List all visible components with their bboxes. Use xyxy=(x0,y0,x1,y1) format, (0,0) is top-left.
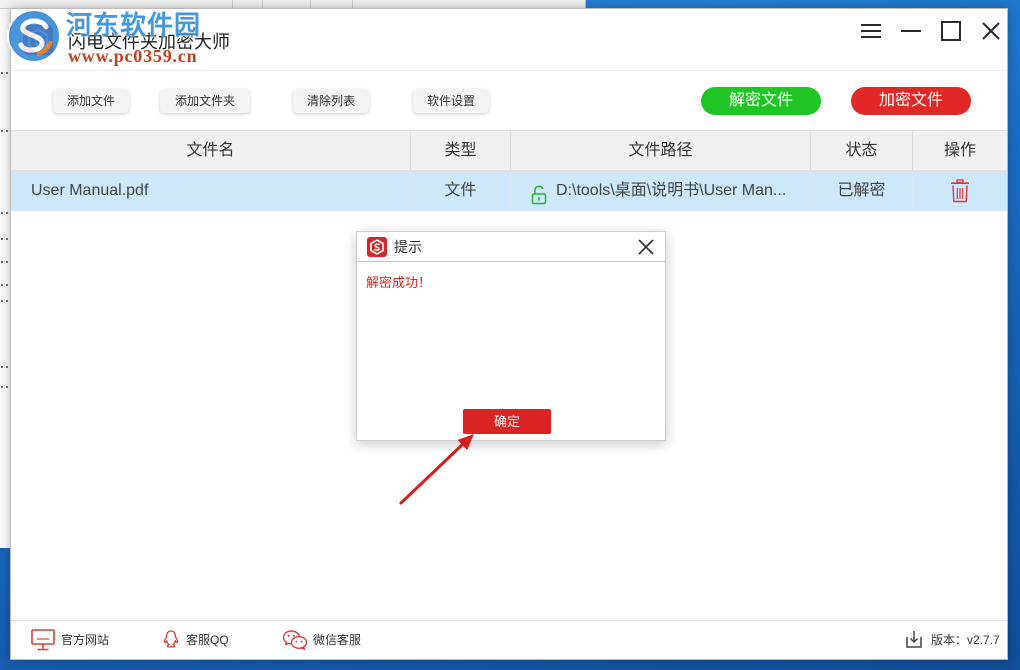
maximize-icon xyxy=(941,21,961,41)
background-text-fragment xyxy=(1,284,8,286)
table-header: 文件名 类型 文件路径 状态 操作 xyxy=(11,130,1007,171)
watermark-site-name: 河东软件园 xyxy=(66,10,202,40)
ok-button[interactable]: 确定 xyxy=(463,409,551,434)
background-text-fragment xyxy=(1,238,8,240)
column-header-filename[interactable]: 文件名 xyxy=(11,131,411,170)
close-button[interactable] xyxy=(979,19,1003,43)
column-header-type[interactable]: 类型 xyxy=(411,131,511,170)
watermark-logo-icon xyxy=(7,9,61,63)
cell-path: D:\tools\桌面\说明书\User Man... xyxy=(511,171,811,211)
add-folder-button[interactable]: 添加文件夹 xyxy=(160,89,250,113)
wechat-icon[interactable] xyxy=(282,629,308,656)
column-header-path[interactable]: 文件路径 xyxy=(511,131,811,170)
success-dialog: 提示 解密成功！ 确定 xyxy=(356,231,666,441)
dialog-message: 解密成功！ xyxy=(366,275,432,290)
dialog-title: 提示 xyxy=(394,239,422,255)
background-text-fragment xyxy=(1,366,8,368)
close-icon xyxy=(638,239,654,255)
clear-list-button[interactable]: 清除列表 xyxy=(293,89,369,113)
minimize-icon xyxy=(901,30,921,32)
watermark-site-url: www.pc0359.cn xyxy=(68,46,198,66)
background-text-fragment xyxy=(1,300,8,302)
cell-type: 文件 xyxy=(411,171,511,211)
dialog-divider xyxy=(357,261,665,262)
cell-action xyxy=(913,171,1007,211)
download-icon[interactable] xyxy=(906,630,922,653)
dialog-logo-icon xyxy=(367,237,387,257)
unlock-icon xyxy=(531,181,547,205)
wechat-support-link[interactable]: 微信客服 xyxy=(313,632,361,648)
app-window: 闪电文件夹加密大师 添加文件 添加文件夹 清除列表 软件设置 解密文件 加密文件… xyxy=(10,8,1008,660)
background-text-fragment xyxy=(1,261,8,263)
qq-icon[interactable] xyxy=(163,630,179,654)
file-path: D:\tools\桌面\说明书\User Man... xyxy=(556,182,787,199)
official-website-link[interactable]: 官方网站 xyxy=(61,632,109,648)
cell-status: 已解密 xyxy=(811,171,913,211)
menu-icon xyxy=(861,24,881,38)
settings-button[interactable]: 软件设置 xyxy=(413,89,489,113)
background-text-fragment xyxy=(1,386,8,388)
encrypt-file-button[interactable]: 加密文件 xyxy=(851,87,971,115)
decrypt-file-button[interactable]: 解密文件 xyxy=(701,87,821,115)
menu-button[interactable] xyxy=(859,19,883,43)
screen: 闪电文件夹加密大师 添加文件 添加文件夹 清除列表 软件设置 解密文件 加密文件… xyxy=(0,0,1020,670)
close-icon xyxy=(982,22,1000,40)
dialog-close-button[interactable] xyxy=(637,238,655,256)
column-header-action[interactable]: 操作 xyxy=(913,131,1007,170)
cell-filename: User Manual.pdf xyxy=(11,171,411,211)
background-text-fragment xyxy=(1,72,8,74)
add-file-button[interactable]: 添加文件 xyxy=(53,89,129,113)
background-text-fragment xyxy=(1,212,8,214)
file-name: User Manual.pdf xyxy=(31,182,149,199)
background-text-fragment xyxy=(1,130,8,132)
qq-support-link[interactable]: 客服QQ xyxy=(186,632,229,648)
footer-bar: 官方网站 客服QQ 微信客服 版本：v2.7.7 xyxy=(11,620,1007,659)
table-row[interactable]: User Manual.pdf 文件 D:\tools\桌面\说明书\User … xyxy=(11,171,1007,211)
trash-icon[interactable] xyxy=(950,179,970,203)
monitor-icon[interactable] xyxy=(31,629,55,656)
site-watermark: 河东软件园 www.pc0359.cn xyxy=(0,0,230,70)
maximize-button[interactable] xyxy=(939,19,963,43)
column-header-status[interactable]: 状态 xyxy=(811,131,913,170)
minimize-button[interactable] xyxy=(899,19,923,43)
version-label: 版本：v2.7.7 xyxy=(931,633,1000,647)
